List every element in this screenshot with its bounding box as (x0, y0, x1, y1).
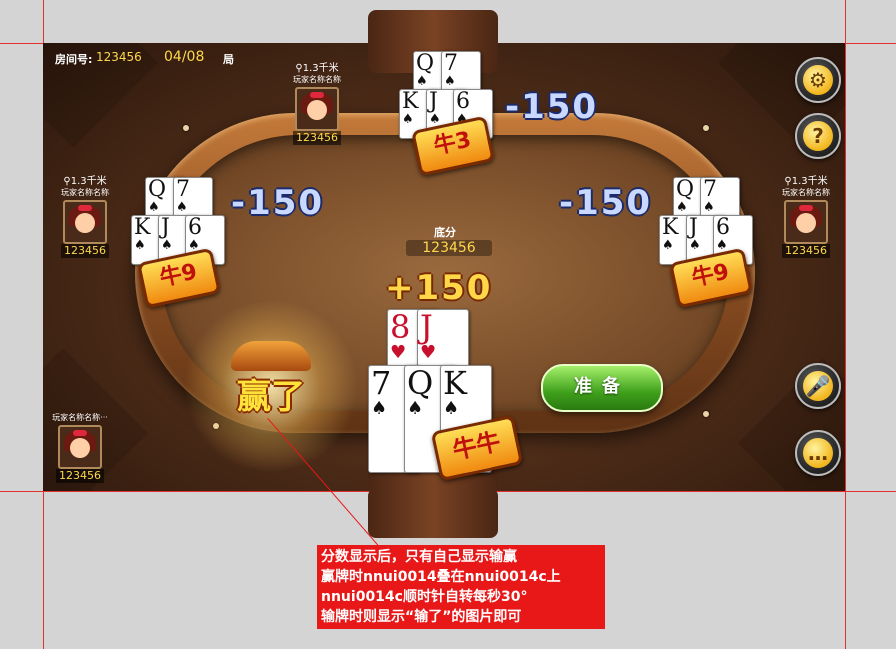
win-text: 赢了 (237, 377, 305, 417)
player-distance: ⚲1.3千米 (295, 63, 339, 74)
player-seat-right[interactable]: ⚲1.3千米 玩家名称名称 123456 (771, 176, 841, 258)
player-score: 123456 (61, 244, 109, 258)
game-stage: 房间号: 123456 04/08 局 ⚙ ? 🎤 … ⚲1.3千米 玩家名称名… (43, 43, 845, 491)
player-seat-left[interactable]: ⚲1.3千米 玩家名称名称 123456 (50, 176, 120, 258)
player-distance: ⚲1.3千米 (784, 176, 828, 187)
annotation-line: nnui0014c顺时针自转每秒30° (321, 589, 528, 605)
player-score: 123456 (56, 469, 104, 483)
ready-button[interactable]: 准备 (541, 364, 663, 412)
table-rivet (183, 125, 189, 131)
guide-line-right (845, 0, 846, 649)
score-delta-self: +150 (385, 268, 493, 308)
settings-button[interactable]: ⚙ (795, 57, 841, 103)
voice-button[interactable]: 🎤 (795, 363, 841, 409)
player-score: 123456 (782, 244, 830, 258)
chat-button[interactable]: … (795, 430, 841, 476)
location-pin-icon: ⚲ (784, 176, 792, 187)
bull-horns-icon (231, 341, 311, 371)
annotation-line: 输牌时则显示“输了”的图片即可 (321, 609, 522, 625)
avatar (295, 87, 339, 131)
player-name: 玩家名称名称 (61, 188, 109, 197)
base-score-value: 123456 (406, 240, 492, 256)
player-seat-top[interactable]: ⚲1.3千米 玩家名称名称 123456 (282, 63, 352, 145)
score-delta-right: -150 (559, 183, 653, 223)
gear-icon: ⚙ (803, 65, 833, 95)
round-counter: 04/08 (164, 49, 205, 65)
design-annotation: 分数显示后，只有自己显示输赢 赢牌时nnui0014叠在nnui0014c上 n… (317, 545, 605, 629)
table-leg-bottom (368, 488, 498, 538)
help-button[interactable]: ? (795, 113, 841, 159)
room-number-value: 123456 (96, 50, 142, 64)
avatar (784, 200, 828, 244)
location-pin-icon: ⚲ (295, 63, 303, 74)
location-pin-icon: ⚲ (63, 176, 71, 187)
player-score: 123456 (293, 131, 341, 145)
avatar (63, 200, 107, 244)
score-delta-top: -150 (505, 87, 599, 127)
annotation-line: 分数显示后，只有自己显示输赢 (321, 549, 517, 565)
score-delta-left: -150 (231, 183, 325, 223)
chat-icon: … (803, 438, 833, 468)
annotation-line: 赢牌时nnui0014叠在nnui0014c上 (321, 569, 561, 585)
player-name: 玩家名称名称 (782, 188, 830, 197)
round-unit-label: 局 (223, 53, 234, 66)
player-seat-self[interactable]: 玩家名称名称··· 123456 (45, 413, 115, 483)
base-score-label: 底分 (434, 226, 456, 239)
help-icon: ? (803, 121, 833, 151)
avatar (58, 425, 102, 469)
table-rivet (703, 411, 709, 417)
player-name: 玩家名称名称··· (52, 413, 108, 422)
win-badge: 赢了 (181, 301, 361, 471)
microphone-icon: 🎤 (803, 371, 833, 401)
room-number-label: 房间号: (55, 53, 93, 66)
table-rivet (703, 125, 709, 131)
player-name: 玩家名称名称 (293, 75, 341, 84)
player-distance: ⚲1.3千米 (63, 176, 107, 187)
